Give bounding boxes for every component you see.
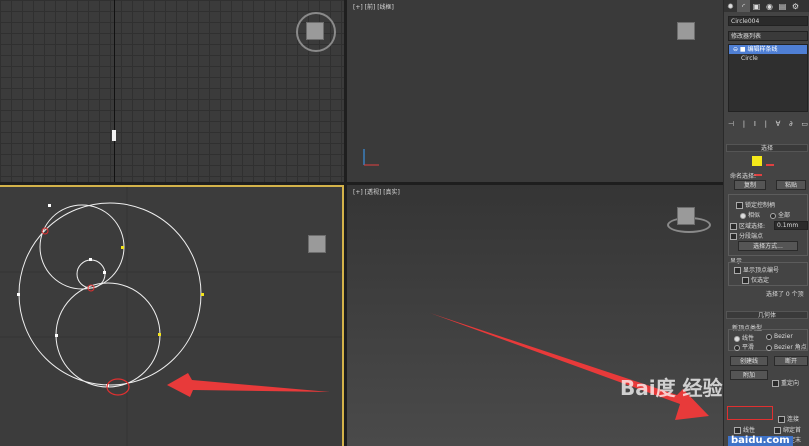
separator-icon: | — [764, 120, 767, 128]
attach-button[interactable]: 附加 — [730, 370, 768, 380]
annotation-layer — [430, 313, 709, 420]
break-button[interactable]: 断开 — [774, 356, 808, 366]
geometry-rollout-header[interactable]: 几何体 — [726, 311, 808, 319]
make-unique-icon[interactable]: ∀ — [776, 120, 781, 132]
annotation-highlight-box — [727, 406, 773, 420]
tab-display-icon[interactable]: ▤ — [776, 0, 789, 12]
bind-first-checkbox[interactable]: 绑定首 — [774, 425, 801, 434]
viewport-perspective[interactable]: [+] [透视] [真实] — [347, 185, 723, 446]
vertex-mode-icon[interactable] — [752, 156, 762, 166]
all-radio[interactable]: 全部 — [770, 210, 790, 219]
segment-mode-icon[interactable] — [766, 158, 775, 166]
copy-button[interactable]: 复制 — [734, 180, 766, 190]
subobject-icons — [752, 156, 786, 176]
modifier-stack: ⊖ ■ 编辑样条线 Circle — [728, 44, 808, 112]
spline-big-circle — [18, 202, 202, 386]
bezier-corner-radio[interactable]: Bezier 角点 — [766, 342, 807, 351]
modifier-list-dropdown[interactable]: 修改器列表 — [728, 31, 808, 41]
stack-item-circle[interactable]: Circle — [729, 54, 807, 63]
pin-stack-icon[interactable]: ⊣ — [728, 120, 734, 132]
axis-line — [114, 0, 115, 182]
similar-radio[interactable]: 相似 — [740, 210, 760, 219]
stack-toolbar: ⊣ | Ⅰ | ∀ ∂ ▭ — [728, 120, 808, 132]
viewcube-icon[interactable] — [677, 22, 695, 40]
show-vertex-numbers-checkbox[interactable]: 显示顶点编号 — [734, 265, 779, 274]
only-selected-checkbox[interactable]: 仅选定 — [742, 275, 769, 284]
reorient-checkbox[interactable]: 重定向 — [772, 378, 799, 387]
area-selection-value[interactable]: 0.1mm — [774, 221, 808, 230]
spline-lower-circle — [55, 282, 161, 388]
object-name-field[interactable]: Circle004 — [728, 16, 808, 26]
tab-hierarchy-icon[interactable]: ▣ — [750, 0, 763, 12]
viewport-label[interactable]: [+] [前] [线框] — [353, 2, 394, 11]
tab-create-icon[interactable]: ✹ — [724, 0, 737, 12]
linear-radio[interactable]: 线性 — [734, 333, 754, 342]
selection-rollout-header[interactable]: 选择 — [726, 144, 808, 152]
show-end-result-icon[interactable]: Ⅰ — [754, 120, 756, 132]
create-line-button[interactable]: 创建线 — [730, 356, 768, 366]
paste-button[interactable]: 粘贴 — [776, 180, 806, 190]
segment-end-checkbox[interactable]: 分段端点 — [730, 231, 763, 240]
watermark-logo: Bai度 经验 — [620, 376, 723, 400]
command-panel: ✹ ◜ ▣ ◉ ▤ ⚙ Circle004 修改器列表 ⊖ ■ 编辑样条线 Ci… — [723, 0, 809, 446]
watermark-domain: baidu.com — [728, 436, 793, 446]
named-selection-label: 命名选择: — [730, 173, 757, 180]
connect-checkbox[interactable]: 连接 — [778, 414, 799, 423]
linear-checkbox[interactable]: 线性 — [734, 425, 755, 434]
viewcube-icon[interactable] — [306, 22, 324, 40]
annotation-arrow — [167, 373, 330, 397]
spline-upper-circle — [39, 204, 125, 290]
annotation-arrow — [430, 313, 709, 420]
viewport-top[interactable] — [0, 0, 344, 182]
spline-canvas[interactable] — [0, 187, 344, 446]
smooth-radio[interactable]: 平滑 — [734, 342, 754, 351]
separator-icon: | — [742, 120, 746, 128]
axis-tripod-icon — [363, 149, 379, 166]
viewport-left[interactable] — [0, 185, 344, 446]
bezier-radio[interactable]: Bezier — [766, 333, 793, 340]
selected-vertex-marker — [112, 130, 116, 141]
tab-modify-icon[interactable]: ◜ — [737, 0, 750, 12]
remove-modifier-icon[interactable]: ∂ — [789, 120, 793, 132]
tab-motion-icon[interactable]: ◉ — [763, 0, 776, 12]
configure-sets-icon[interactable]: ▭ — [801, 120, 808, 132]
spline-small-circle — [76, 259, 106, 289]
select-by-button[interactable]: 选择方式... — [738, 241, 798, 251]
tab-utilities-icon[interactable]: ⚙ — [789, 0, 802, 12]
stack-item-edit-spline[interactable]: ⊖ ■ 编辑样条线 — [729, 45, 807, 54]
lock-handles-checkbox[interactable]: 锁定控制柄 — [736, 200, 775, 209]
panel-tabs: ✹ ◜ ▣ ◉ ▤ ⚙ — [724, 0, 809, 12]
area-selection-checkbox[interactable]: 区域选择: — [730, 221, 765, 230]
selection-status: 选择了 0 个顶 — [766, 291, 804, 298]
viewport-front[interactable]: [+] [前] [线框] — [347, 0, 723, 182]
